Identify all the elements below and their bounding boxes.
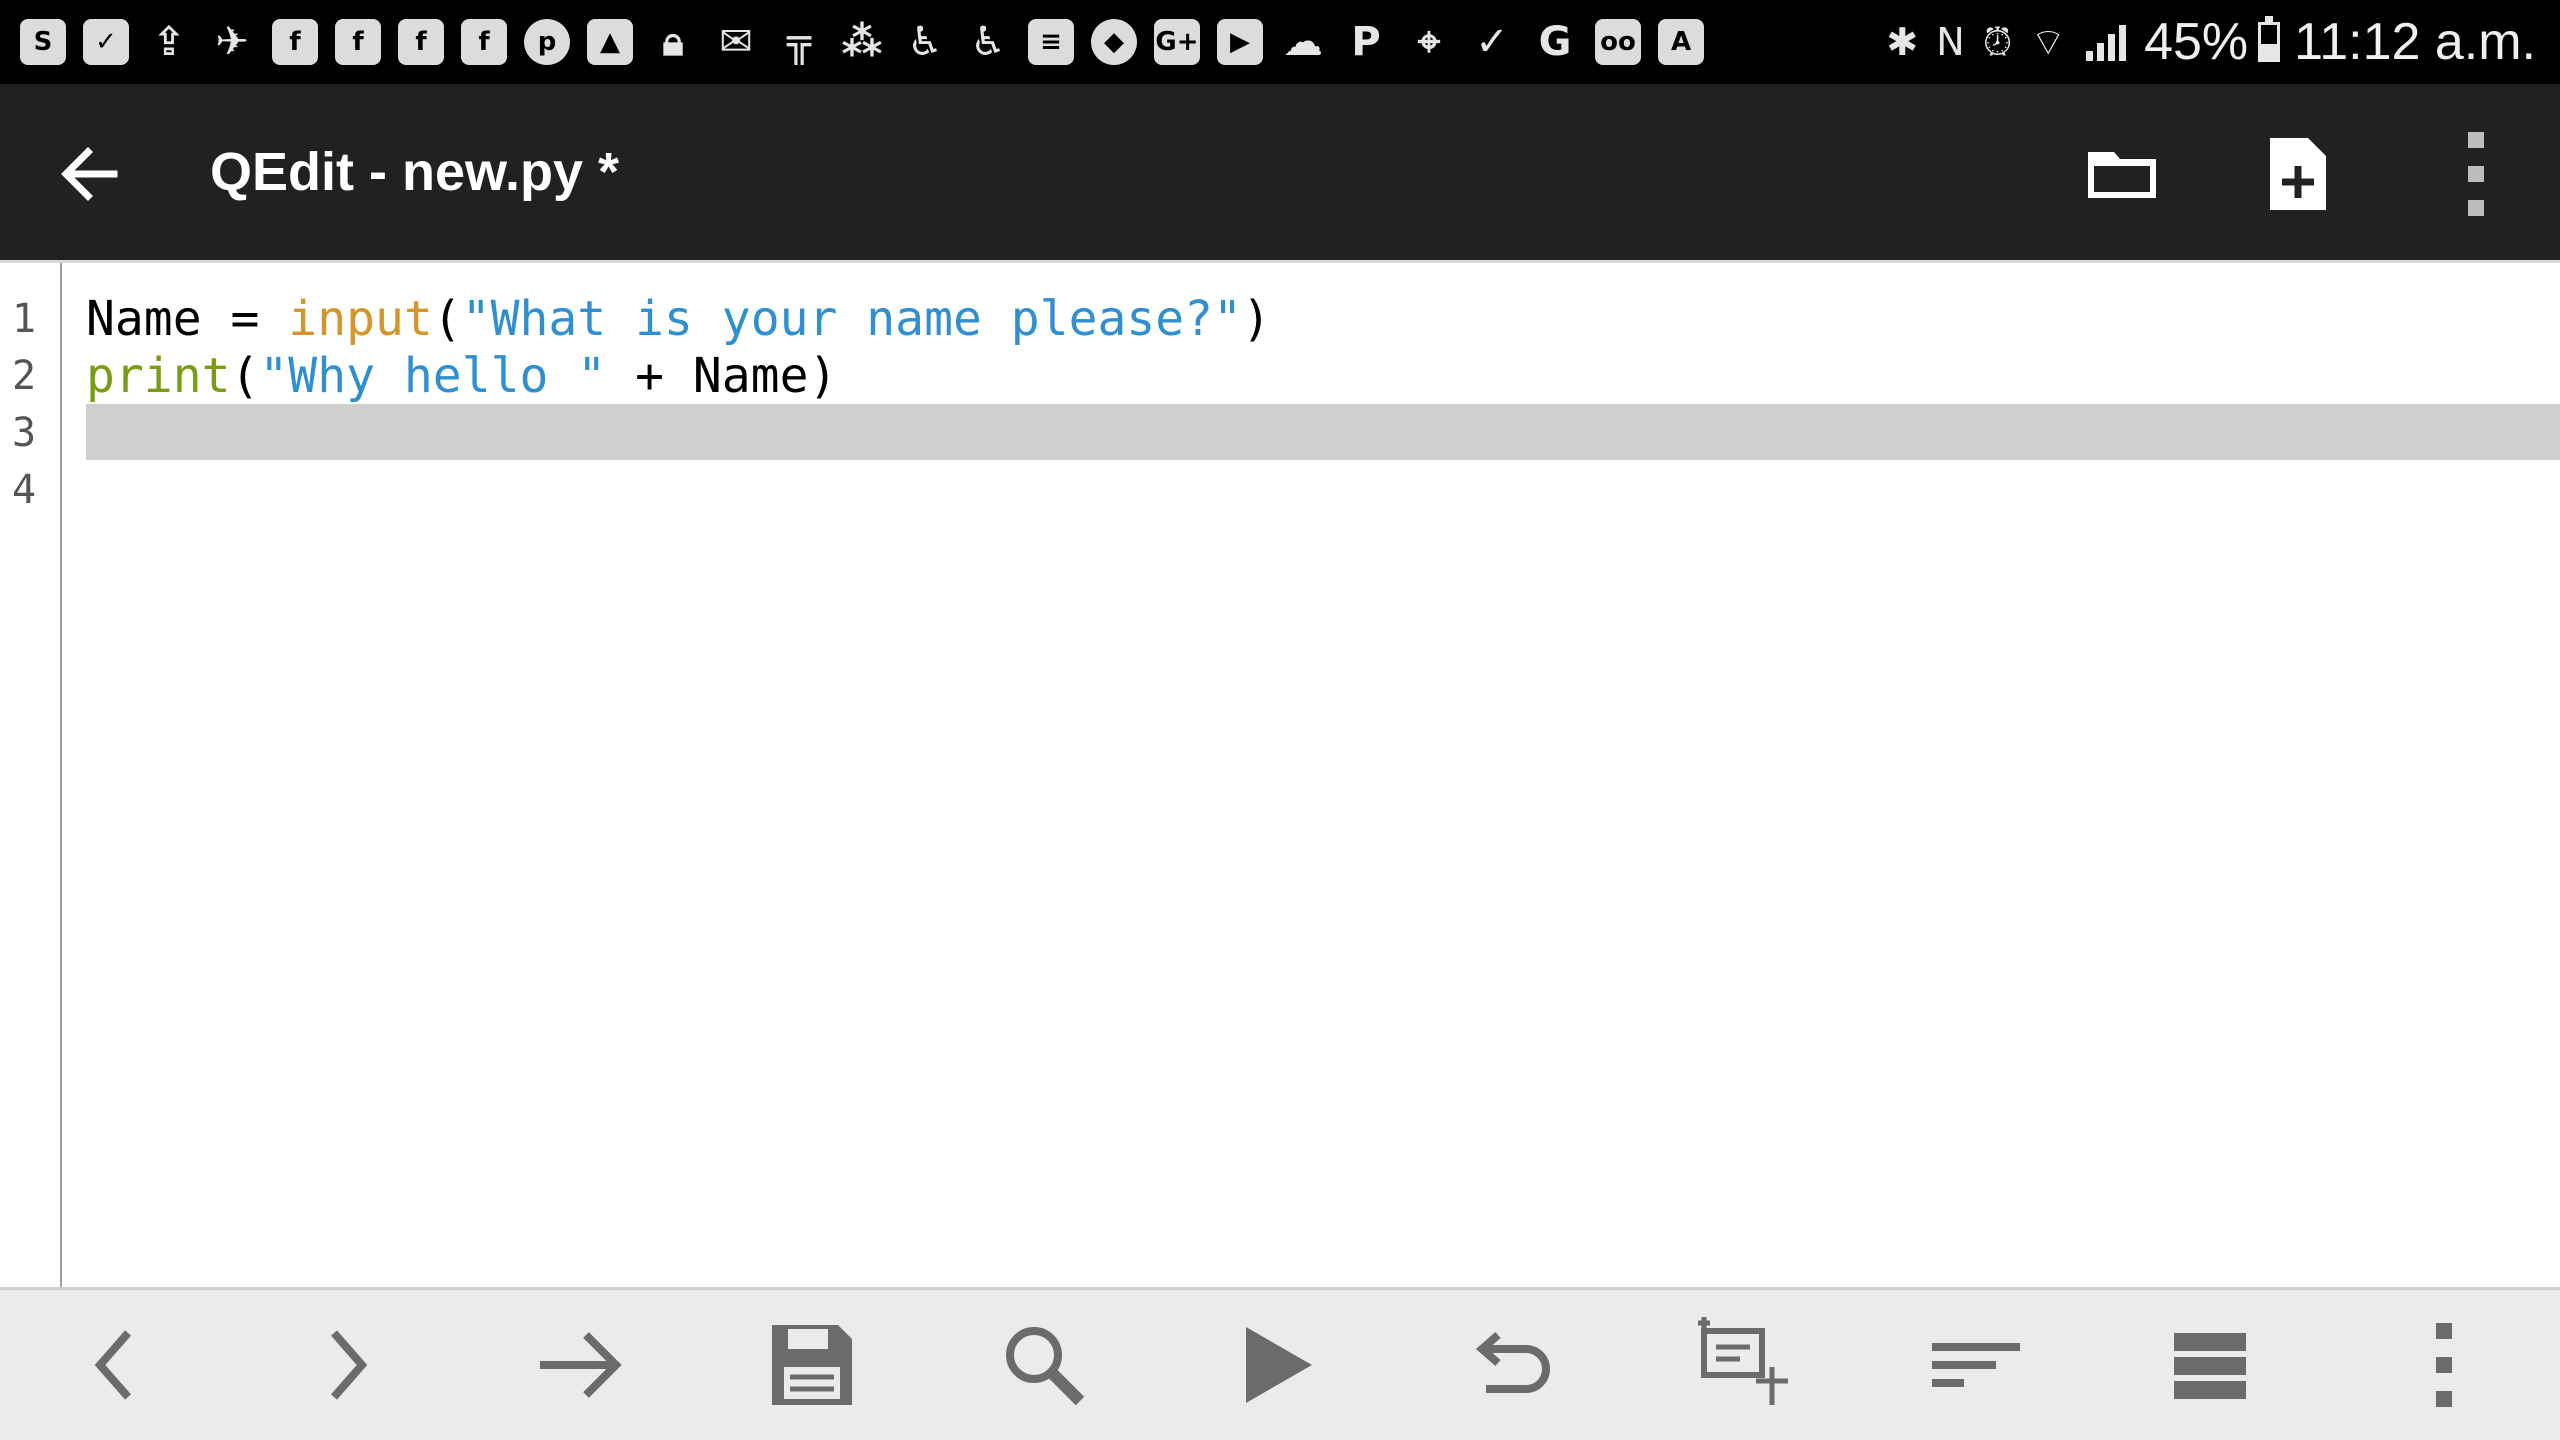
more-button[interactable] — [2394, 1315, 2494, 1415]
goto-arrow-icon — [540, 1332, 622, 1398]
s-icon: S — [20, 19, 66, 65]
code-token: = — [201, 291, 289, 347]
goto-button[interactable] — [530, 1315, 630, 1415]
check-icon: ✓ — [1475, 19, 1509, 65]
accessibility-icon: ♿︎ — [907, 19, 943, 65]
previous-button[interactable] — [66, 1315, 166, 1415]
wifi-icon: ⌔ — [2030, 20, 2067, 64]
code-line-1[interactable]: Name = input("What is your name please?"… — [86, 291, 1271, 347]
ifttt-icon: ╦ — [786, 19, 812, 65]
voicemail-icon: oo — [1595, 19, 1641, 65]
airplane-icon: ✈ — [215, 19, 249, 65]
search-button[interactable] — [994, 1315, 1094, 1415]
dots-cluster-icon: ⁂ — [841, 19, 883, 65]
code-token: print — [86, 348, 231, 404]
chevron-left-icon — [94, 1330, 132, 1400]
lock-icon: 🔒︎ — [662, 19, 684, 65]
map-icon: ⌖ — [1417, 19, 1441, 65]
shield-icon: ◆ — [1091, 19, 1137, 65]
page-title: QEdit - new.py * — [210, 142, 620, 202]
overflow-menu-icon — [2468, 132, 2484, 216]
overflow-menu-button[interactable] — [2434, 132, 2518, 216]
format-text-button[interactable] — [1926, 1315, 2026, 1415]
accessibility-icon: ♿︎ — [970, 19, 1006, 65]
battery-icon — [2258, 16, 2281, 62]
line-number: 2 — [11, 353, 37, 399]
briefcase-upload-icon: ⇪ — [152, 19, 186, 65]
code-token: input — [288, 291, 433, 347]
battery-percent: 45% — [2144, 13, 2249, 71]
pinterest-icon: p — [524, 19, 570, 65]
run-button[interactable] — [1226, 1315, 1326, 1415]
code-line-2[interactable]: print("Why hello " + Name) — [86, 348, 837, 404]
list-lines-button[interactable] — [2160, 1315, 2260, 1415]
chevron-right-icon — [330, 1330, 368, 1400]
line-number: 3 — [11, 410, 37, 456]
undo-button[interactable] — [1460, 1315, 1560, 1415]
line-number: 1 — [11, 296, 37, 342]
format-text-icon — [1932, 1343, 2020, 1387]
notification-icons: S ✓ ⇪ ✈ f f f f p ▲ 🔒︎ ✉ ╦ ⁂ ♿︎ ♿︎ ≡ ◆ G… — [20, 0, 1721, 84]
facebook-icon: f — [461, 19, 507, 65]
alarm-icon: ⏰︎ — [1982, 20, 2013, 64]
paypal-icon: P — [1351, 19, 1381, 65]
signal-icon — [2086, 23, 2130, 61]
line-number: 4 — [11, 467, 37, 513]
open-folder-button[interactable] — [2080, 132, 2164, 216]
app-bar: QEdit - new.py * — [0, 84, 2560, 260]
code-token: ( — [230, 348, 260, 404]
facebook-icon: f — [272, 19, 318, 65]
nfc-icon: N — [1936, 20, 1965, 64]
google-icon: G — [1538, 19, 1572, 65]
code-token: "What is your name please?" — [461, 291, 1242, 347]
mail-icon: ✉ — [719, 19, 753, 65]
cloud-icon: ☁ — [1283, 19, 1323, 65]
facebook-icon: f — [398, 19, 444, 65]
back-button[interactable] — [48, 132, 132, 216]
more-vertical-icon — [2436, 1323, 2452, 1407]
font-icon: A — [1658, 19, 1704, 65]
new-file-icon — [2270, 138, 2326, 210]
system-icons: ✱ N ⏰︎ ⌔ 45% 11:12 a.m. — [1868, 0, 2536, 84]
add-snippet-icon — [1698, 1317, 1788, 1405]
run-icon — [1246, 1327, 1312, 1403]
status-bar: S ✓ ⇪ ✈ f f f f p ▲ 🔒︎ ✉ ╦ ⁂ ♿︎ ♿︎ ≡ ◆ G… — [0, 0, 2560, 84]
save-icon — [772, 1325, 852, 1405]
youtube-icon: ▶ — [1217, 19, 1263, 65]
code-token: ( — [432, 291, 462, 347]
bottom-toolbar — [0, 1290, 2560, 1440]
briefcase-check-icon: ✓ — [83, 19, 129, 65]
clock: 11:12 a.m. — [2294, 13, 2536, 71]
image-icon: ▲ — [587, 19, 633, 65]
code-editor[interactable]: 1 2 3 4 Name = input("What is your name … — [0, 260, 2560, 1290]
document-icon: ≡ — [1028, 19, 1074, 65]
search-icon — [1006, 1327, 1085, 1406]
folder-icon — [2088, 152, 2156, 198]
line-number-gutter: 1 2 3 4 — [0, 263, 62, 1287]
code-token: + Name) — [606, 348, 838, 404]
next-button[interactable] — [296, 1315, 396, 1415]
google-plus-icon: G+ — [1154, 19, 1200, 65]
code-token: ) — [1241, 291, 1271, 347]
active-line-highlight — [86, 404, 2560, 460]
new-file-button[interactable] — [2256, 132, 2340, 216]
list-lines-icon — [2174, 1333, 2246, 1399]
bluetooth-icon: ✱ — [1886, 20, 1919, 64]
add-snippet-button[interactable] — [1694, 1315, 1794, 1415]
save-button[interactable] — [762, 1315, 862, 1415]
back-icon — [61, 147, 118, 201]
undo-icon — [1475, 1331, 1550, 1393]
code-token: Name — [86, 291, 202, 347]
code-token: "Why hello " — [259, 348, 607, 404]
facebook-icon: f — [335, 19, 381, 65]
